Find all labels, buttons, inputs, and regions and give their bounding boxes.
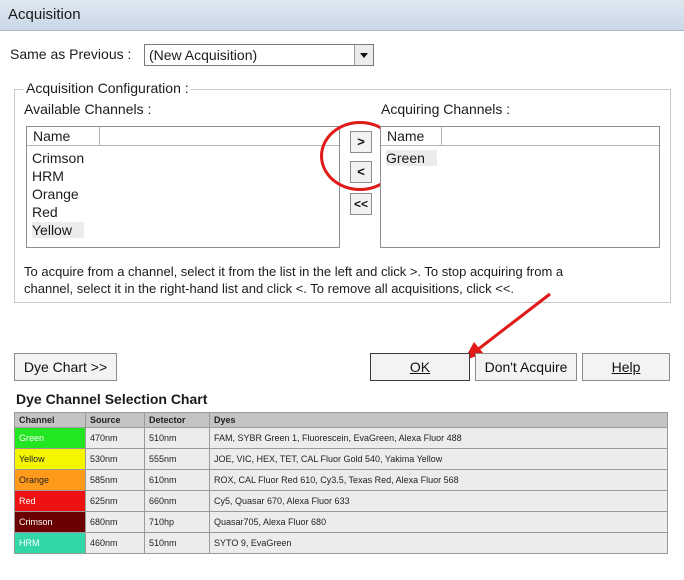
list-item[interactable]: Orange bbox=[32, 186, 79, 202]
available-channels-list[interactable]: Name Crimson HRM Orange Red Yellow bbox=[26, 126, 340, 248]
list-header: Name bbox=[27, 127, 339, 146]
dyes-cell: FAM, SYBR Green 1, Fluorescein, EvaGreen… bbox=[209, 427, 668, 449]
name-column-header[interactable]: Name bbox=[27, 127, 100, 145]
help-button[interactable]: Help bbox=[582, 353, 670, 381]
chevron-down-icon[interactable] bbox=[354, 45, 373, 65]
source-cell: 680nm bbox=[85, 511, 145, 533]
remove-all-button[interactable]: << bbox=[350, 193, 372, 215]
instructions-text: To acquire from a channel, select it fro… bbox=[24, 264, 564, 296]
channel-cell: Crimson bbox=[14, 511, 86, 533]
table-row: Yellow 530nm 555nm JOE, VIC, HEX, TET, CAL … bbox=[14, 448, 668, 470]
dyes-cell: Cy5, Quasar 670, Alexa Fluor 633 bbox=[209, 490, 668, 512]
channel-cell: Yellow bbox=[14, 448, 86, 470]
detector-cell: 555nm bbox=[144, 448, 210, 470]
list-item[interactable]: Crimson bbox=[32, 150, 84, 166]
dye-channel-table: Channel Source Detector Dyes Green 470nm 5… bbox=[14, 412, 668, 554]
name-column-header[interactable]: Name bbox=[381, 127, 442, 145]
table-row: Red 625nm 660nm Cy5, Quasar 670, Alexa Fluo… bbox=[14, 490, 668, 512]
same-as-previous-label: Same as Previous : bbox=[10, 46, 132, 62]
channel-cell: HRM bbox=[14, 532, 86, 554]
acquiring-channels-list[interactable]: Name Green bbox=[380, 126, 660, 248]
window-title: Acquisition bbox=[8, 6, 81, 23]
list-item[interactable]: Green bbox=[386, 150, 437, 166]
source-cell: 585nm bbox=[85, 469, 145, 491]
list-item[interactable]: HRM bbox=[32, 168, 64, 184]
list-item[interactable]: Red bbox=[32, 204, 58, 220]
detector-cell: 510nm bbox=[144, 427, 210, 449]
acquisition-configuration-label: Acquisition Configuration : bbox=[24, 80, 191, 96]
same-as-previous-dropdown[interactable]: (New Acquisition) bbox=[144, 44, 374, 66]
ok-button[interactable]: OK bbox=[370, 353, 470, 381]
channel-cell: Orange bbox=[14, 469, 86, 491]
table-row: HRM 460nm 510nm SYTO 9, EvaGreen bbox=[14, 532, 668, 554]
table-header-row: Channel Source Detector Dyes bbox=[14, 412, 668, 428]
table-row: Crimson 680nm 710hp Quasar705, Alexa Fluor … bbox=[14, 511, 668, 533]
detector-cell: 660nm bbox=[144, 490, 210, 512]
dyes-cell: Quasar705, Alexa Fluor 680 bbox=[209, 511, 668, 533]
acquiring-channels-label: Acquiring Channels : bbox=[381, 101, 511, 117]
dont-acquire-button[interactable]: Don't Acquire bbox=[475, 353, 577, 381]
source-cell: 530nm bbox=[85, 448, 145, 470]
channel-cell: Green bbox=[14, 427, 86, 449]
same-as-previous-value: (New Acquisition) bbox=[149, 47, 258, 63]
column-header: Source bbox=[85, 412, 145, 428]
detector-cell: 710hp bbox=[144, 511, 210, 533]
dye-table-body: Green 470nm 510nm FAM, SYBR Green 1, Fluore… bbox=[14, 427, 668, 554]
dyes-cell: ROX, CAL Fluor Red 610, Cy3.5, Texas Red… bbox=[209, 469, 668, 491]
dye-chart-button[interactable]: Dye Chart >> bbox=[14, 353, 117, 381]
dyes-cell: JOE, VIC, HEX, TET, CAL Fluor Gold 540, … bbox=[209, 448, 668, 470]
channel-cell: Red bbox=[14, 490, 86, 512]
column-header: Detector bbox=[144, 412, 210, 428]
source-cell: 470nm bbox=[85, 427, 145, 449]
available-channels-label: Available Channels : bbox=[24, 101, 152, 117]
table-row: Green 470nm 510nm FAM, SYBR Green 1, Fluore… bbox=[14, 427, 668, 449]
source-cell: 625nm bbox=[85, 490, 145, 512]
table-row: Orange 585nm 610nm ROX, CAL Fluor Red 610, … bbox=[14, 469, 668, 491]
detector-cell: 610nm bbox=[144, 469, 210, 491]
dye-chart-title: Dye Channel Selection Chart bbox=[16, 391, 208, 407]
detector-cell: 510nm bbox=[144, 532, 210, 554]
column-header: Dyes bbox=[209, 412, 668, 428]
source-cell: 460nm bbox=[85, 532, 145, 554]
acquisition-dialog: Acquisition Same as Previous : (New Acqu… bbox=[0, 0, 684, 580]
list-header: Name bbox=[381, 127, 659, 146]
title-bar: Acquisition bbox=[0, 0, 684, 31]
dyes-cell: SYTO 9, EvaGreen bbox=[209, 532, 668, 554]
list-item[interactable]: Yellow bbox=[32, 222, 84, 238]
column-header: Channel bbox=[14, 412, 86, 428]
